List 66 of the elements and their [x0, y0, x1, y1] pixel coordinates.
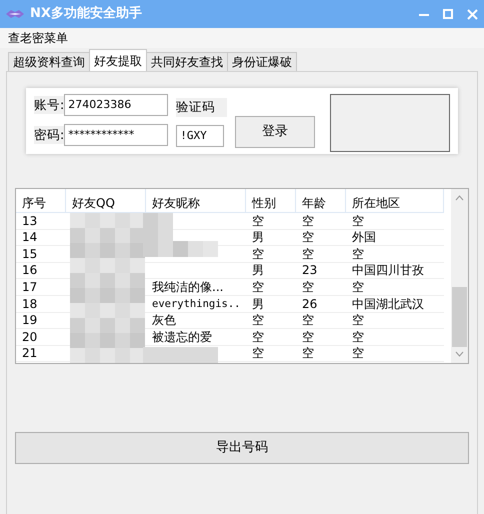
table-cell: 空 [346, 313, 444, 330]
table-cell: 外国 [346, 230, 444, 246]
minimize-icon[interactable] [419, 12, 429, 16]
account-field[interactable]: 274023386 [64, 94, 168, 116]
close-icon[interactable] [467, 8, 478, 20]
scroll-thumb[interactable] [452, 287, 467, 347]
table-cell: 男 [246, 263, 296, 280]
table-cell: 中国湖北武汉 [346, 296, 444, 313]
table-cell: 被遗忘的爱 [146, 330, 246, 346]
table-cell: 18 [16, 296, 66, 313]
table-cell: 16 [16, 263, 66, 280]
table-cell: 空 [296, 230, 346, 246]
table-cell: 空 [246, 280, 296, 296]
table-cell: 空 [246, 313, 296, 330]
table-cell: 26 [296, 296, 346, 313]
column-header[interactable]: 年龄 [296, 189, 346, 213]
captcha-label: 验证码 [176, 98, 228, 117]
table-cell: 空 [296, 246, 346, 263]
table-cell: 14 [16, 230, 66, 246]
field-label: 密码: [34, 126, 64, 144]
table-cell: everythingis.. [146, 296, 246, 313]
table-cell: 空 [296, 346, 346, 362]
password-field[interactable]: ************ [64, 124, 168, 146]
table-cell: 男 [246, 230, 296, 246]
scroll-up-icon[interactable] [455, 195, 464, 201]
table-cell: 空 [346, 214, 444, 230]
column-header[interactable]: 序号 [16, 189, 66, 213]
export-button[interactable]: 导出号码 [15, 432, 469, 464]
table-cell: 23 [296, 263, 346, 280]
table-cell: 中国四川甘孜 [346, 263, 444, 280]
login-button[interactable]: 登录 [235, 116, 316, 148]
maximize-icon[interactable] [443, 9, 453, 19]
table-cell: 空 [346, 330, 444, 346]
column-header[interactable]: 性别 [246, 189, 296, 213]
tab[interactable]: 好友提取 [89, 49, 147, 71]
table-cell: 空 [296, 280, 346, 296]
table-cell: 空 [296, 313, 346, 330]
table-cell: 男 [246, 296, 296, 313]
table-cell: 空 [296, 214, 346, 230]
window-title: NX多功能安全助手 [30, 4, 142, 24]
tab[interactable]: 身份证爆破 [227, 52, 297, 71]
table-cell: 空 [246, 214, 296, 230]
column-header[interactable]: 所在地区 [346, 189, 444, 213]
table-cell: 17 [16, 280, 66, 296]
scroll-down-icon[interactable] [455, 351, 464, 357]
table-cell: 空 [246, 346, 296, 362]
table-cell: 空 [246, 246, 296, 263]
table-cell: 15 [16, 246, 66, 263]
table-cell: 空 [346, 280, 444, 296]
table-cell: 13 [16, 214, 66, 230]
table-cell: 空 [346, 246, 444, 263]
table-cell: 19 [16, 313, 66, 330]
table-cell: 20 [16, 330, 66, 346]
menu-item[interactable]: 查老密菜单 [8, 29, 68, 47]
tab[interactable]: 超级资料查询 [8, 52, 90, 71]
table-cell: 我纯洁的像... [146, 280, 246, 296]
scrollbar[interactable] [451, 189, 468, 363]
table-cell: 灰色 [146, 313, 246, 330]
table-cell: 空 [246, 330, 296, 346]
table-cell: 空 [346, 346, 444, 362]
field-label: 账号: [34, 96, 64, 114]
captcha-field[interactable]: !GXY [176, 124, 224, 147]
app-logo-icon [6, 8, 24, 20]
tab[interactable]: 共同好友查找 [146, 52, 228, 71]
table-cell: 空 [296, 330, 346, 346]
table-cell: 21 [16, 346, 66, 362]
